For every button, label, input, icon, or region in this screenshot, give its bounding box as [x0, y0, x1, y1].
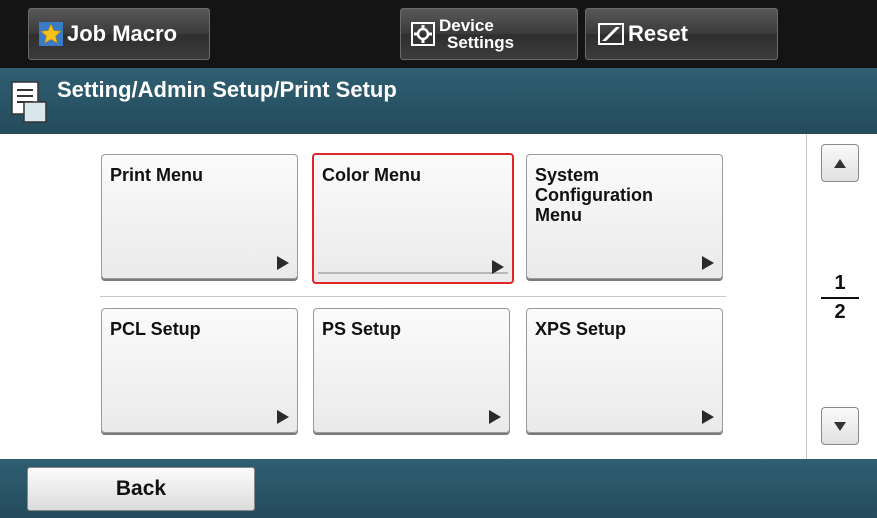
color-menu-button[interactable]: Color Menu — [312, 153, 514, 284]
device-settings-label: Device Settings — [439, 17, 514, 51]
arrow-right-icon — [277, 410, 289, 424]
document-icon — [11, 81, 47, 123]
menu-item-label: System Configuration Menu — [535, 165, 653, 225]
scroll-down-button[interactable] — [821, 407, 859, 445]
pcl-setup-button[interactable]: PCL Setup — [101, 308, 298, 433]
arrow-right-icon — [702, 256, 714, 270]
xps-setup-button[interactable]: XPS Setup — [526, 308, 723, 433]
job-macro-label: Job Macro — [67, 21, 178, 46]
top-bar: Job Macro Device Settings Reset — [0, 0, 877, 68]
fraction-line — [821, 297, 859, 299]
ps-setup-button[interactable]: PS Setup — [313, 308, 510, 433]
arrow-right-icon — [492, 260, 504, 274]
arrow-right-icon — [489, 410, 501, 424]
reset-button[interactable]: Reset — [585, 8, 778, 60]
page-indicator: 1 2 — [821, 272, 859, 324]
device-settings-line2: Settings — [447, 33, 515, 52]
chevron-up-icon — [834, 158, 846, 168]
menu-item-label: Color Menu — [322, 165, 421, 185]
arrow-right-icon — [702, 410, 714, 424]
device-settings-line1: Device — [439, 16, 494, 35]
page-title: Setting/Admin Setup/Print Setup — [57, 77, 397, 102]
system-configuration-menu-button[interactable]: System Configuration Menu — [526, 154, 723, 279]
menu-item-label: XPS Setup — [535, 319, 627, 339]
bottom-bar: Back — [0, 459, 877, 518]
scroll-panel: 1 2 — [806, 134, 877, 459]
divider — [318, 272, 508, 274]
title-bar: Setting/Admin Setup/Print Setup — [0, 68, 877, 134]
print-menu-button[interactable]: Print Menu — [101, 154, 298, 279]
job-macro-button[interactable]: Job Macro — [28, 8, 210, 60]
star-icon — [39, 22, 63, 46]
reset-label: Reset — [628, 21, 688, 46]
gear-icon — [411, 22, 435, 46]
total-pages: 2 — [834, 301, 846, 323]
back-button[interactable]: Back — [27, 467, 255, 511]
arrow-right-icon — [277, 256, 289, 270]
chevron-down-icon — [834, 421, 846, 431]
menu-item-label: Print Menu — [110, 165, 203, 185]
menu-item-label: PS Setup — [322, 319, 402, 339]
current-page: 1 — [834, 272, 846, 294]
menu-panel: Print Menu Color Menu System Configurati… — [0, 134, 877, 459]
menu-item-label: PCL Setup — [110, 319, 201, 339]
device-settings-button[interactable]: Device Settings — [400, 8, 578, 60]
reset-slash-icon — [598, 23, 624, 45]
scroll-up-button[interactable] — [821, 144, 859, 182]
row-divider — [100, 296, 726, 297]
